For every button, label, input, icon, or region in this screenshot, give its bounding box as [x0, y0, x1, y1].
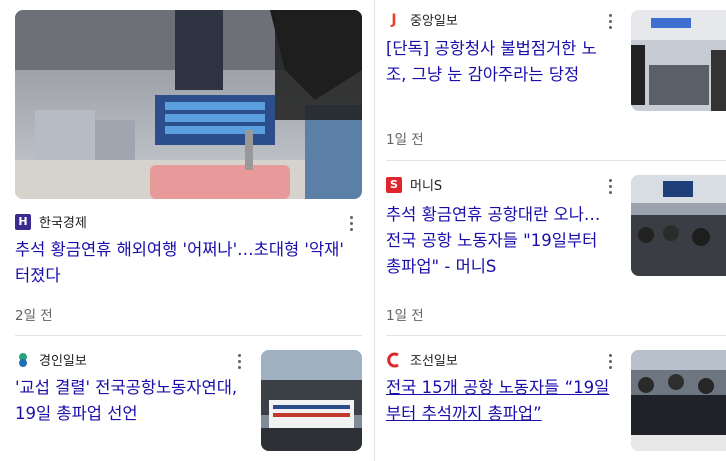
divider	[386, 335, 726, 336]
article-2-time: 1일 전	[386, 132, 424, 148]
source-name: 한국경제	[39, 216, 87, 231]
airport-crowd-image	[631, 175, 726, 276]
article-4-headline[interactable]: '교섭 결렬' 전국공항노동자연대, 19일 총파업 선언	[15, 375, 255, 427]
source-name: 중앙일보	[410, 14, 458, 29]
article-2-thumbnail[interactable]	[631, 10, 726, 111]
more-options-icon[interactable]	[607, 354, 613, 369]
moneys-logo-icon: S	[386, 176, 402, 193]
column-divider	[374, 0, 375, 461]
airport-hall-image	[631, 10, 726, 111]
article-2-source: J 중앙일보	[386, 10, 458, 30]
article-5-source: 조선일보	[386, 350, 458, 369]
more-options-icon[interactable]	[607, 179, 613, 194]
article-3-thumbnail[interactable]	[631, 175, 726, 276]
kyeongin-logo-icon	[15, 352, 31, 368]
source-name: 조선일보	[410, 354, 458, 369]
article-3-time: 1일 전	[386, 308, 424, 324]
source-name: 머니S	[410, 179, 443, 194]
article-3-source: S 머니S	[386, 175, 442, 194]
divider	[386, 160, 726, 161]
article-5-headline[interactable]: 전국 15개 공항 노동자들 “19일부터 추석까지 총파업”	[386, 375, 618, 427]
worker-rally-image	[631, 350, 726, 451]
article-5-thumbnail[interactable]	[631, 350, 726, 451]
article-3-headline[interactable]: 추석 황금연휴 공항대란 오나… 전국 공항 노동자들 "19일부터 총파업" …	[386, 202, 614, 280]
chosun-logo-icon	[386, 352, 402, 368]
more-options-icon[interactable]	[236, 354, 242, 369]
more-options-icon[interactable]	[607, 14, 613, 29]
article-4-thumbnail[interactable]	[261, 350, 362, 451]
article-1-time: 2일 전	[15, 308, 53, 324]
joongang-logo-icon: J	[391, 11, 397, 28]
article-4-source: 경인일보	[15, 350, 87, 369]
more-options-icon[interactable]	[348, 216, 354, 231]
article-2-headline[interactable]: [단독] 공항청사 불법점거한 노조, 그냥 눈 감아주라는 당정	[386, 36, 614, 88]
article-1-source: H 한국경제	[15, 212, 345, 231]
divider	[15, 335, 362, 336]
source-name: 경인일보	[39, 354, 87, 369]
protest-image	[261, 350, 362, 451]
article-1-thumbnail[interactable]	[15, 10, 362, 199]
hankyung-logo-icon: H	[15, 213, 31, 230]
airport-luggage-image	[15, 10, 362, 199]
article-1-headline[interactable]: 추석 황금연휴 해외여행 '어쩌나'…초대형 '악재' 터졌다	[15, 237, 360, 289]
